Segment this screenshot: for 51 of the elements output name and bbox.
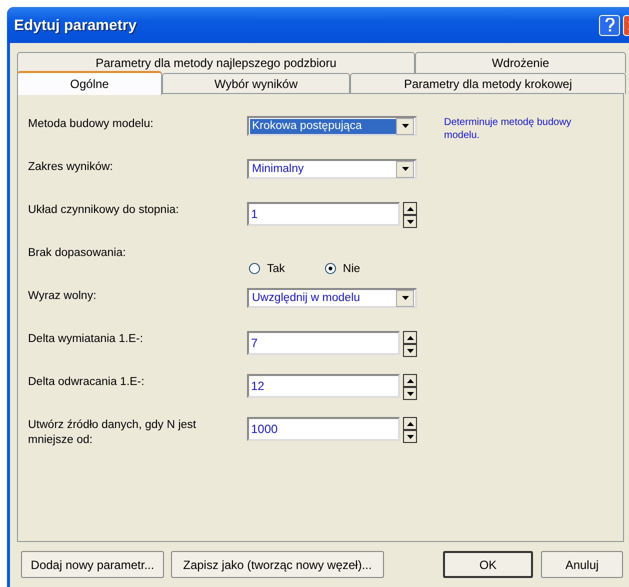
dialog-button[interactable]: Dodaj nowy parametr...: [21, 551, 164, 578]
down-arrow-icon: [406, 348, 414, 352]
tab[interactable]: Parametry dla metody krokowej: [350, 73, 626, 94]
tab[interactable]: Ogólne: [17, 71, 162, 95]
spin-down-button[interactable]: [403, 215, 417, 228]
dropdown[interactable]: Uwzględnij w modelu: [247, 288, 417, 308]
number-field[interactable]: 1000: [247, 417, 400, 441]
tab[interactable]: Wybór wyników: [162, 73, 350, 94]
dropdown-arrow-icon: [402, 167, 408, 171]
field-label: Delta wymiatania 1.E-:: [28, 332, 144, 347]
tab[interactable]: Parametry dla metody najlepszego podzbioru: [17, 52, 415, 73]
radio-label: Nie: [342, 262, 360, 274]
dialog-button[interactable]: OK: [443, 551, 533, 578]
spin-up-button[interactable]: [403, 374, 417, 387]
window-title: Edytuj parametry: [14, 16, 138, 34]
field-label: Wyraz wolny:: [28, 289, 98, 304]
field-label: Układ czynnikowy do stopnia:: [28, 203, 180, 218]
field-label: Utwórz źródło danych, gdy N jest mniejsze od:: [28, 418, 198, 448]
up-arrow-icon: [406, 378, 414, 382]
dropdown[interactable]: Krokowa postępująca: [247, 116, 417, 136]
dropdown[interactable]: Minimalny: [247, 159, 417, 179]
down-arrow-icon: [406, 220, 414, 224]
number-field[interactable]: 7: [247, 331, 400, 355]
spin-up-button[interactable]: [403, 202, 417, 215]
dropdown-arrow-icon: [402, 124, 408, 128]
up-arrow-icon: [406, 206, 414, 210]
spin-down-button[interactable]: [403, 344, 417, 357]
dialog-button[interactable]: Zapisz jako (tworząc nowy węzeł)...: [171, 551, 384, 578]
tab[interactable]: Wdrożenie: [415, 52, 626, 73]
spin-down-button[interactable]: [403, 387, 417, 400]
field-label: Delta odwracania 1.E-:: [28, 375, 146, 390]
field-label: Zakres wyników:: [28, 160, 114, 175]
spin-down-button[interactable]: [403, 430, 417, 443]
radio-button[interactable]: [324, 263, 336, 274]
help-button[interactable]: [599, 14, 620, 36]
question-mark-icon: [604, 18, 614, 32]
up-arrow-icon: [406, 422, 414, 426]
help-text: Determinuje metodę budowy modelu.: [444, 116, 572, 143]
spin-up-button[interactable]: [403, 331, 417, 344]
dropdown-arrow-icon: [402, 296, 408, 300]
down-arrow-icon: [406, 434, 414, 438]
dialog-button[interactable]: Anuluj: [541, 551, 623, 578]
field-label: Brak dopasowania:: [28, 246, 127, 261]
radio-button[interactable]: [249, 263, 260, 274]
radio-label: Tak: [267, 262, 285, 274]
number-field[interactable]: 1: [247, 202, 400, 226]
up-arrow-icon: [406, 336, 414, 340]
field-label: Metoda budowy modelu:: [28, 117, 154, 132]
number-field[interactable]: 12: [247, 374, 400, 398]
spin-up-button[interactable]: [403, 417, 417, 430]
down-arrow-icon: [406, 392, 414, 396]
